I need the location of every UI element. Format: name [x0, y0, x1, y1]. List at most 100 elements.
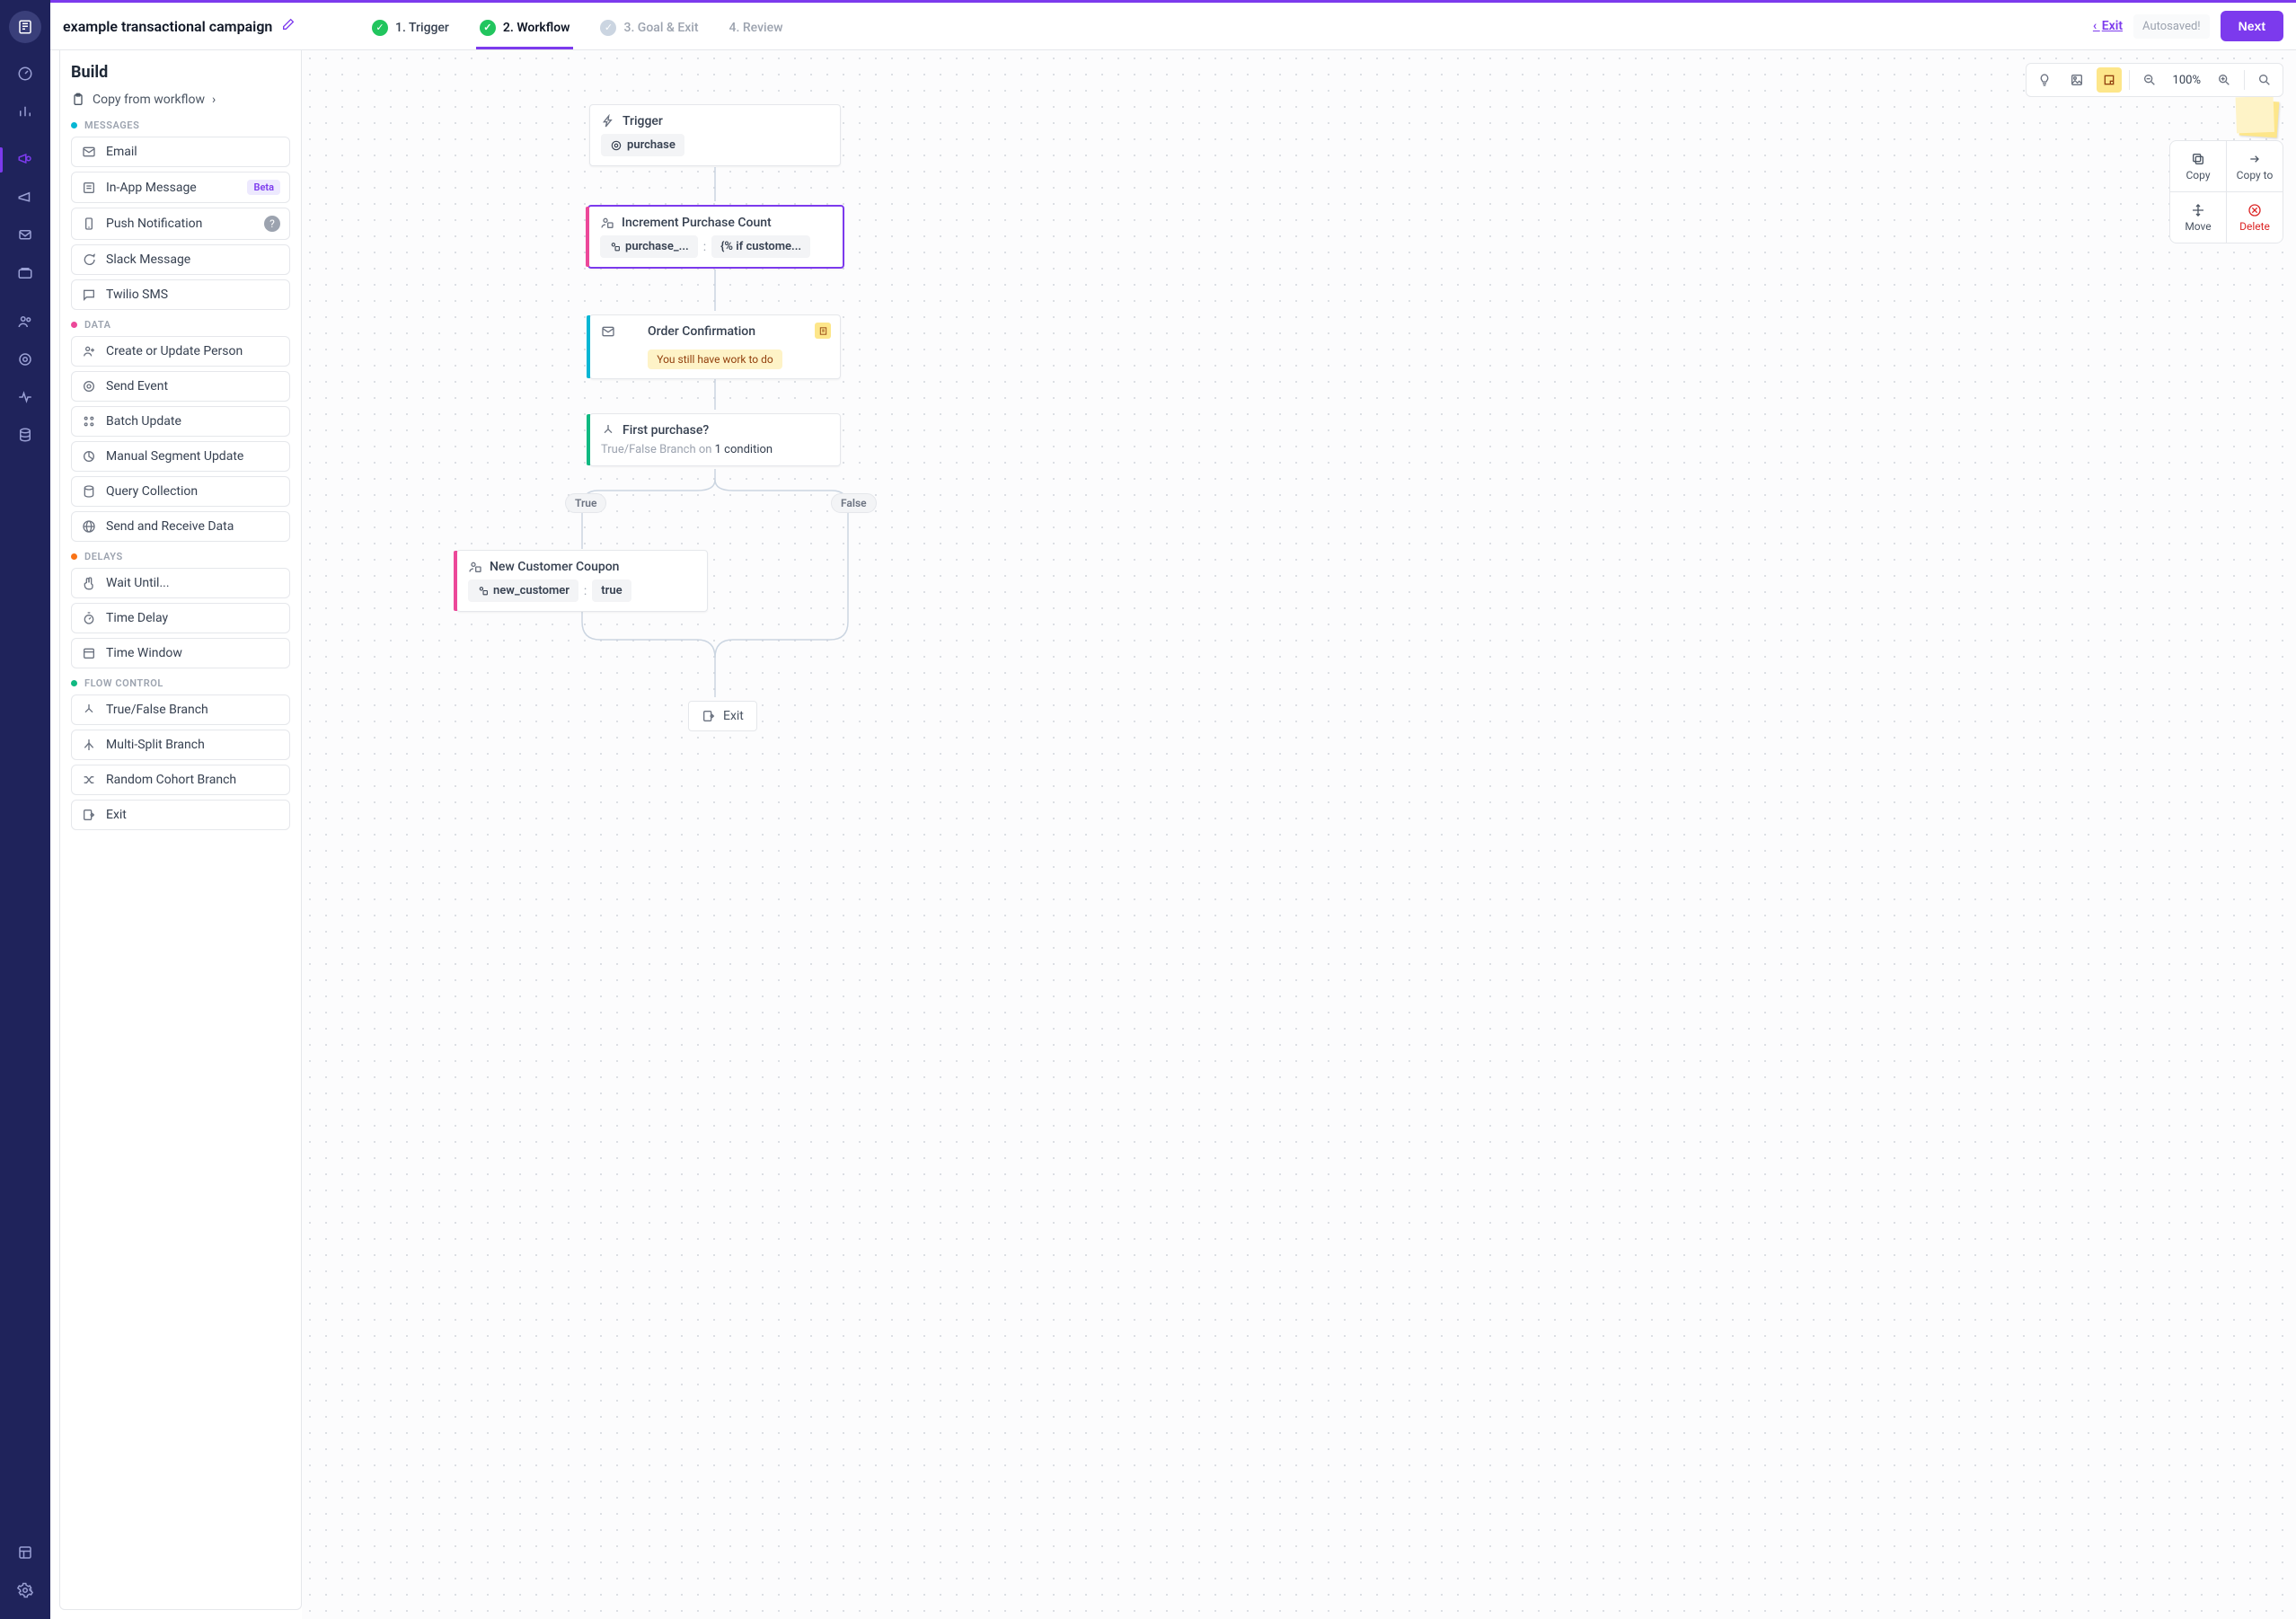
wizard-steps: ✓1. Trigger ✓2. Workflow ✓3. Goal & Exit…: [368, 4, 786, 49]
node-context-menu: Copy Copy to Move Delete: [2169, 140, 2283, 243]
edit-name-icon[interactable]: [281, 17, 296, 35]
block-random[interactable]: Random Cohort Branch: [71, 765, 290, 795]
sticky-note[interactable]: [2239, 100, 2280, 138]
segment-icon: [81, 449, 97, 464]
nav-broadcasts[interactable]: [0, 181, 50, 214]
block-exit[interactable]: Exit: [71, 800, 290, 830]
node-order-confirmation[interactable]: Order Confirmation You still have work t…: [589, 314, 841, 379]
node-trigger[interactable]: Trigger purchase: [589, 104, 841, 166]
menu-move[interactable]: Move: [2170, 192, 2226, 243]
block-email[interactable]: Email: [71, 137, 290, 167]
category-messages: MESSAGES: [71, 119, 290, 131]
note-icon[interactable]: [815, 323, 831, 339]
nav-segments[interactable]: [0, 343, 50, 376]
chat-icon: [81, 252, 97, 267]
nav-analytics[interactable]: [0, 95, 50, 128]
beta-badge: Beta: [247, 180, 280, 195]
menu-copy[interactable]: Copy: [2170, 141, 2226, 191]
campaign-name: example transactional campaign: [63, 18, 272, 35]
step-trigger[interactable]: ✓1. Trigger: [368, 4, 453, 49]
autosave-status: Autosaved!: [2133, 14, 2210, 39]
stopwatch-icon: [81, 611, 97, 625]
event-icon: [81, 379, 97, 394]
clipboard-icon: [71, 93, 85, 107]
block-inapp[interactable]: In-App MessageBeta: [71, 172, 290, 203]
phone-icon: [81, 217, 97, 231]
warning-note: You still have work to do: [648, 349, 782, 369]
toggle-hints-icon[interactable]: [2032, 67, 2057, 93]
sms-icon: [81, 288, 97, 302]
workspace-logo[interactable]: [9, 11, 41, 43]
nav-settings[interactable]: [0, 1574, 50, 1606]
trigger-event-chip: purchase: [601, 134, 684, 156]
envelope-icon: [81, 145, 97, 159]
block-webhook[interactable]: Send and Receive Data: [71, 511, 290, 542]
copy-from-workflow[interactable]: Copy from workflow ›: [71, 93, 290, 107]
next-button[interactable]: Next: [2221, 11, 2283, 41]
category-data: DATA: [71, 319, 290, 331]
image-icon[interactable]: [2064, 67, 2089, 93]
block-slack[interactable]: Slack Message: [71, 244, 290, 275]
step-workflow[interactable]: ✓2. Workflow: [476, 4, 574, 49]
block-send-event[interactable]: Send Event: [71, 371, 290, 402]
globe-icon: [81, 519, 97, 534]
envelope-icon: [601, 324, 615, 339]
category-flow: FLOW CONTROL: [71, 677, 290, 689]
nav-data[interactable]: [0, 419, 50, 451]
build-panel: Build Copy from workflow › MESSAGES Emai…: [59, 50, 302, 1610]
connectors: [302, 50, 2296, 1619]
exit-link[interactable]: ‹ Exit: [2093, 19, 2123, 33]
build-title: Build: [71, 63, 290, 82]
attr-chip: new_customer: [468, 579, 578, 602]
block-time-window[interactable]: Time Window: [71, 638, 290, 668]
nav-transactional[interactable]: [0, 257, 50, 289]
block-tf-branch[interactable]: True/False Branch: [71, 694, 290, 725]
zoom-in-icon[interactable]: [2212, 67, 2237, 93]
person-attr-icon: [600, 216, 614, 230]
block-twilio[interactable]: Twilio SMS: [71, 279, 290, 310]
block-batch[interactable]: Batch Update: [71, 406, 290, 437]
help-icon[interactable]: ?: [264, 216, 280, 232]
branch-false-pill: False: [831, 493, 877, 513]
node-increment[interactable]: Increment Purchase Count purchase_... : …: [587, 205, 844, 269]
category-delays: DELAYS: [71, 551, 290, 562]
nav-activity[interactable]: [0, 381, 50, 413]
workflow-canvas[interactable]: 100% Copy Copy to Move Delete: [302, 50, 2296, 1619]
block-wait-until[interactable]: Wait Until...: [71, 568, 290, 598]
nav-content[interactable]: [0, 1536, 50, 1569]
database-icon: [81, 484, 97, 499]
node-first-purchase[interactable]: First purchase? True/False Branch on 1 c…: [589, 413, 841, 466]
random-icon: [81, 773, 97, 787]
node-coupon[interactable]: New Customer Coupon new_customer : true: [456, 550, 708, 612]
node-exit[interactable]: Exit: [688, 701, 757, 731]
nav-campaigns[interactable]: [0, 144, 50, 176]
branch-icon: [601, 423, 615, 438]
exit-icon: [81, 808, 97, 822]
exit-icon: [702, 709, 716, 723]
zoom-out-icon[interactable]: [2137, 67, 2162, 93]
canvas-toolbar: 100%: [2026, 63, 2283, 97]
sticky-note-icon[interactable]: [2097, 67, 2122, 93]
zoom-fit-icon[interactable]: [2252, 67, 2277, 93]
nav-rail: [0, 0, 50, 1619]
step-review[interactable]: 4. Review: [726, 4, 787, 49]
menu-delete[interactable]: Delete: [2227, 192, 2283, 243]
nav-deliveries[interactable]: [0, 219, 50, 252]
inapp-icon: [81, 181, 97, 195]
step-goal-exit[interactable]: ✓3. Goal & Exit: [596, 4, 702, 49]
block-query[interactable]: Query Collection: [71, 476, 290, 507]
block-multi-split[interactable]: Multi-Split Branch: [71, 730, 290, 760]
branch-subtext: True/False Branch on 1 condition: [590, 443, 840, 465]
multisplit-icon: [81, 738, 97, 752]
block-manual-segment[interactable]: Manual Segment Update: [71, 441, 290, 472]
block-create-person[interactable]: Create or Update Person: [71, 336, 290, 367]
nav-people[interactable]: [0, 305, 50, 338]
block-push[interactable]: Push Notification?: [71, 208, 290, 240]
menu-copy-to[interactable]: Copy to: [2227, 141, 2283, 191]
clock-icon: [81, 646, 97, 660]
workflow-canvas-wrap: 100% Copy Copy to Move Delete: [302, 50, 2296, 1619]
nav-dashboard[interactable]: [0, 58, 50, 90]
block-time-delay[interactable]: Time Delay: [71, 603, 290, 633]
zoom-level: 100%: [2169, 74, 2204, 87]
branch-icon: [81, 703, 97, 717]
